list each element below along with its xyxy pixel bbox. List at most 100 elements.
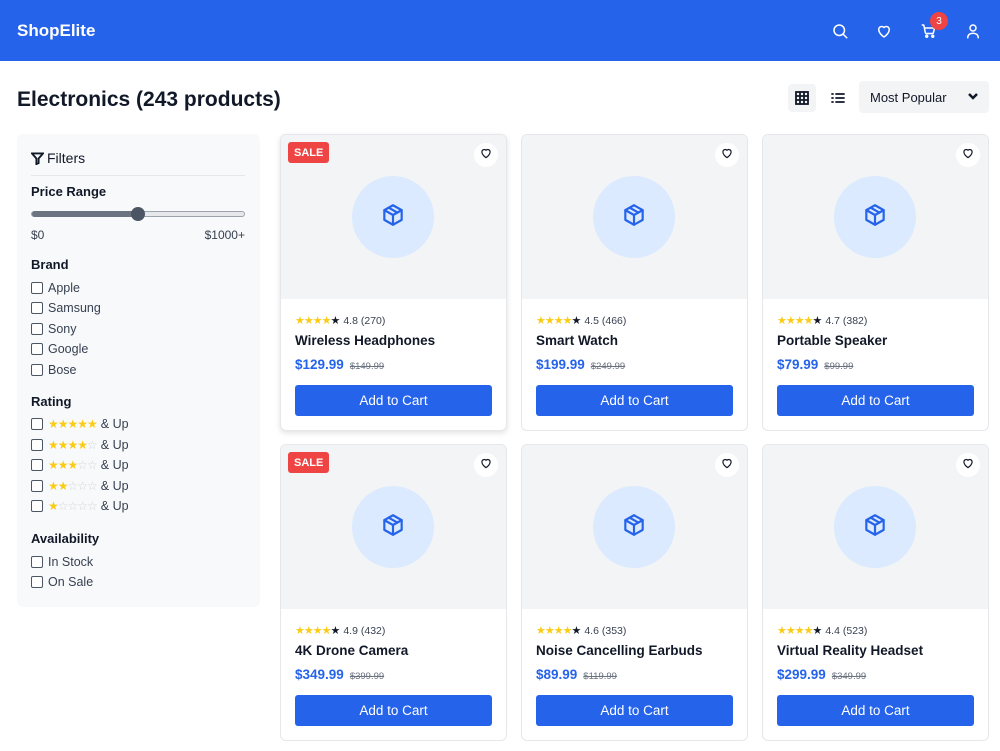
product-image-placeholder — [352, 176, 434, 258]
brand-option-label: Google — [48, 342, 89, 356]
product-image[interactable] — [522, 135, 747, 299]
filters-header: Filters — [31, 150, 245, 176]
product-image-placeholder — [352, 486, 434, 568]
brand-option-bose[interactable]: Bose — [31, 362, 77, 378]
rating-stars-icon: ★★☆☆☆ — [48, 478, 98, 493]
heart-icon — [479, 146, 493, 165]
checkbox[interactable] — [31, 323, 43, 335]
checkbox[interactable] — [31, 418, 43, 430]
availability-option-label: On Sale — [48, 575, 94, 589]
checkbox[interactable] — [31, 576, 43, 588]
wishlist-button[interactable] — [956, 453, 980, 477]
product-price: $79.99 — [777, 357, 819, 372]
wishlist-button[interactable] — [956, 143, 980, 167]
product-price-row: $129.99 $149.99 — [295, 357, 384, 372]
review-count: (432) — [360, 624, 386, 637]
product-name[interactable]: Noise Cancelling Earbuds — [536, 643, 703, 658]
list-view-button[interactable] — [824, 84, 852, 112]
rating-value: 4.4 — [825, 624, 840, 637]
brand-option-label: Sony — [48, 322, 77, 336]
rating-option-1[interactable]: ★☆☆☆☆ & Up — [31, 498, 129, 514]
rating-option-5[interactable]: ★★★★★ & Up — [31, 416, 129, 432]
brand-option-apple[interactable]: Apple — [31, 280, 80, 296]
sort-select[interactable]: Most Popular — [859, 81, 989, 113]
heart-icon — [961, 456, 975, 475]
add-to-cart-button[interactable]: Add to Cart — [536, 385, 733, 416]
product-old-price: $399.99 — [349, 671, 385, 682]
product-rating: ★★★★★ 4.5 (466) — [536, 314, 626, 328]
availability-option-on-sale[interactable]: On Sale — [31, 574, 93, 590]
package-icon — [862, 202, 888, 233]
product-old-price: $99.99 — [824, 361, 854, 372]
product-card[interactable]: ★★★★★ 4.5 (466) Smart Watch $199.99 $249.99 A… — [521, 134, 748, 431]
checkbox[interactable] — [31, 364, 43, 376]
product-image[interactable] — [763, 445, 988, 609]
cart-count-badge: 3 — [930, 12, 948, 30]
product-card[interactable]: ★★★★★ 4.4 (523) Virtual Reality Headset $29… — [762, 444, 989, 741]
product-name[interactable]: Virtual Reality Headset — [777, 643, 923, 658]
review-count: (353) — [601, 624, 627, 637]
checkbox[interactable] — [31, 343, 43, 355]
product-price: $129.99 — [295, 357, 344, 372]
wishlist-button[interactable] — [474, 453, 498, 477]
product-image[interactable] — [522, 445, 747, 609]
wishlist-button[interactable] — [715, 143, 739, 167]
add-to-cart-button[interactable]: Add to Cart — [295, 385, 492, 416]
product-name[interactable]: Wireless Headphones — [295, 333, 435, 348]
rating-option-2[interactable]: ★★☆☆☆ & Up — [31, 478, 129, 494]
brand-logo[interactable]: ShopElite — [17, 21, 95, 41]
add-to-cart-button[interactable]: Add to Cart — [536, 695, 733, 726]
add-to-cart-button[interactable]: Add to Cart — [777, 385, 974, 416]
product-name[interactable]: 4K Drone Camera — [295, 643, 408, 658]
product-price-row: $199.99 $249.99 — [536, 357, 625, 372]
brand-option-label: Apple — [48, 281, 80, 295]
brand-option-sony[interactable]: Sony — [31, 321, 77, 337]
product-image-placeholder — [834, 486, 916, 568]
package-icon — [380, 512, 406, 543]
product-price-row: $349.99 $399.99 — [295, 667, 384, 682]
checkbox[interactable] — [31, 459, 43, 471]
checkbox[interactable] — [31, 500, 43, 512]
add-to-cart-button[interactable]: Add to Cart — [295, 695, 492, 726]
checkbox[interactable] — [31, 302, 43, 314]
checkbox[interactable] — [31, 479, 43, 492]
rating-value: 4.8 — [343, 314, 358, 327]
product-card[interactable]: SALE ★★★★★ 4.9 (432) 4K Drone Camera $349.99… — [280, 444, 507, 741]
review-count: (523) — [842, 624, 868, 637]
rating-stars-icon: ★★★★★ — [536, 625, 581, 637]
list-icon — [831, 93, 845, 103]
add-to-cart-button[interactable]: Add to Cart — [777, 695, 974, 726]
product-card[interactable]: SALE ★★★★★ 4.8 (270) Wireless Headphones $12… — [280, 134, 507, 431]
heart-icon[interactable] — [873, 20, 895, 42]
rating-option-4[interactable]: ★★★★☆ & Up — [31, 437, 129, 453]
brand-option-google[interactable]: Google — [31, 341, 88, 357]
product-image[interactable] — [763, 135, 988, 299]
product-price: $349.99 — [295, 667, 344, 682]
heart-icon — [479, 456, 493, 475]
user-icon[interactable] — [962, 20, 984, 42]
price-range-thumb[interactable] — [131, 207, 145, 221]
package-icon — [621, 202, 647, 233]
search-icon[interactable] — [829, 20, 851, 42]
sale-badge: SALE — [288, 452, 330, 473]
checkbox[interactable] — [31, 438, 43, 451]
brand-option-samsung[interactable]: Samsung — [31, 300, 101, 316]
checkbox[interactable] — [31, 282, 43, 294]
availability-option-label: In Stock — [48, 555, 94, 569]
grid-view-button[interactable] — [788, 84, 816, 112]
product-card[interactable]: ★★★★★ 4.7 (382) Portable Speaker $79.99 $99.… — [762, 134, 989, 431]
product-card[interactable]: ★★★★★ 4.6 (353) Noise Cancelling Earbuds $8… — [521, 444, 748, 741]
wishlist-button[interactable] — [715, 453, 739, 477]
product-price: $89.99 — [536, 667, 578, 682]
filters-panel: Filters Price Range $0 $1000+ Brand Appl… — [17, 134, 260, 607]
availability-title: Availability — [31, 531, 100, 546]
rating-option-3[interactable]: ★★★☆☆ & Up — [31, 457, 129, 473]
availability-option-in-stock[interactable]: In Stock — [31, 554, 93, 570]
product-price-row: $79.99 $99.99 — [777, 357, 853, 372]
price-range-slider[interactable] — [31, 207, 245, 221]
checkbox[interactable] — [31, 556, 43, 568]
rating-stars-icon: ★★★☆☆ — [48, 458, 98, 472]
wishlist-button[interactable] — [474, 143, 498, 167]
product-name[interactable]: Smart Watch — [536, 333, 618, 348]
product-name[interactable]: Portable Speaker — [777, 333, 887, 348]
